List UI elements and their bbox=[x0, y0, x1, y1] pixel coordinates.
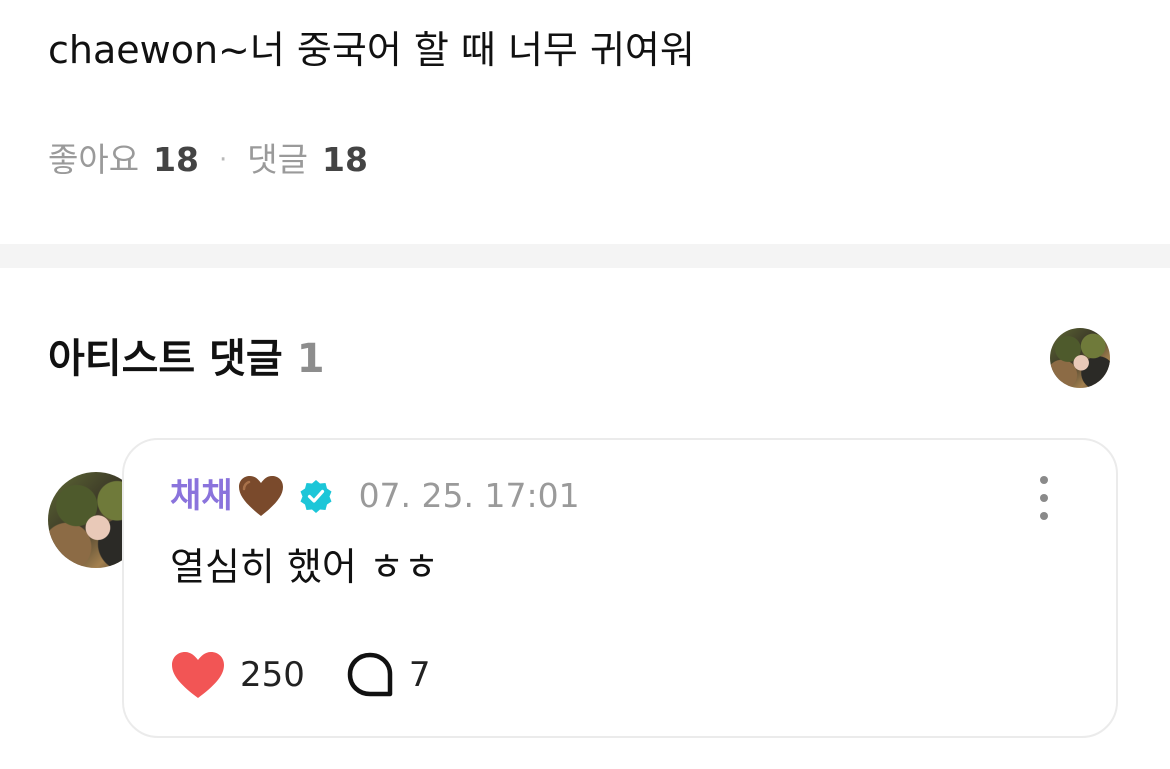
heart-icon bbox=[172, 652, 224, 698]
artist-comments-title: 아티스트 댓글 1 bbox=[48, 332, 325, 386]
like-count: 250 bbox=[240, 655, 305, 695]
more-dot bbox=[1040, 494, 1048, 502]
comment-author-name[interactable]: 채채 bbox=[170, 472, 233, 520]
more-options-icon[interactable] bbox=[1024, 476, 1064, 520]
like-button[interactable]: 250 bbox=[170, 650, 305, 700]
artist-comments-label: 아티스트 댓글 bbox=[48, 336, 283, 382]
likes-label[interactable]: 좋아요 bbox=[48, 138, 139, 182]
artist-comment-card: 채채 07. 25. 17:01 열심히 했어 ㅎㅎ 250 7 bbox=[122, 438, 1118, 738]
avatar-image bbox=[1050, 328, 1110, 388]
artist-comments-count: 1 bbox=[296, 336, 325, 382]
comment-actions: 250 7 bbox=[170, 650, 431, 700]
comment-timestamp: 07. 25. 17:01 bbox=[358, 476, 580, 515]
brown-heart-icon bbox=[238, 476, 283, 516]
comments-label[interactable]: 댓글 bbox=[247, 138, 308, 182]
likes-count[interactable]: 18 bbox=[153, 138, 199, 182]
more-dot bbox=[1040, 476, 1048, 484]
post-text: chaewon~너 중국어 할 때 너무 귀여워 bbox=[48, 28, 695, 72]
post-section: chaewon~너 중국어 할 때 너무 귀여워 좋아요 18 · 댓글 18 bbox=[0, 0, 1170, 244]
stats-separator: · bbox=[219, 145, 228, 175]
comment-bubble-icon bbox=[347, 652, 393, 697]
post-stats: 좋아요 18 · 댓글 18 bbox=[48, 138, 368, 182]
comment-header: 채채 07. 25. 17:01 bbox=[170, 472, 580, 520]
section-divider bbox=[0, 244, 1170, 268]
verified-badge-icon bbox=[300, 480, 332, 513]
reply-button[interactable]: 7 bbox=[305, 651, 431, 699]
comment-text: 열심히 했어 ㅎㅎ bbox=[170, 545, 439, 589]
comments-count[interactable]: 18 bbox=[322, 138, 368, 182]
more-dot bbox=[1040, 512, 1048, 520]
reply-count: 7 bbox=[408, 655, 431, 695]
artist-avatar-small[interactable] bbox=[1050, 328, 1110, 388]
